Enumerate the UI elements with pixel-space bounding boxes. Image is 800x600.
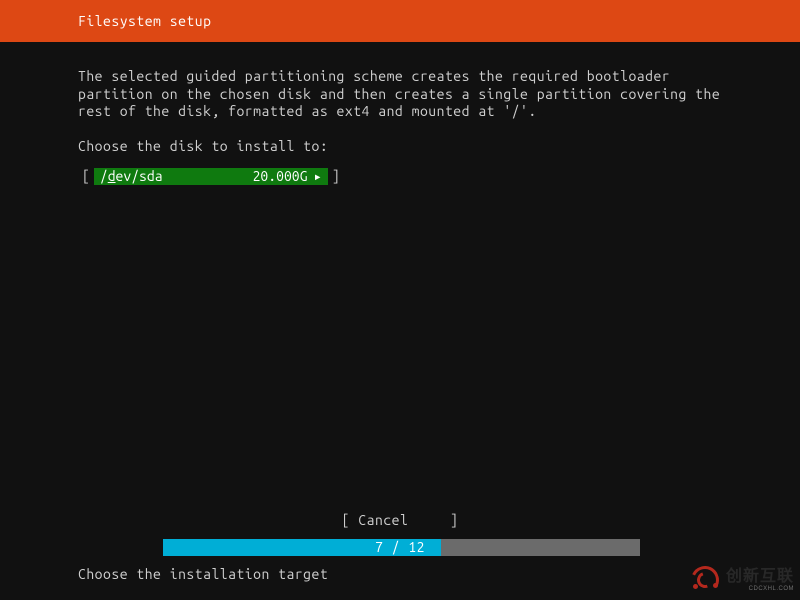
choose-disk-prompt: Choose the disk to install to: (78, 138, 722, 154)
cancel-label: Cancel (358, 512, 408, 528)
watermark-sub: CDCXHL.COM (726, 586, 794, 592)
bracket-close: ] (450, 512, 458, 528)
progress-track: 7 / 12 (0, 539, 800, 556)
watermark-main: 创新互联 (726, 569, 794, 585)
bracket-open: [ (78, 168, 94, 184)
progress-text: 7 / 12 (0, 539, 800, 556)
footer-prompt: Choose the installation target (0, 556, 800, 600)
progress-bar: 7 / 12 (0, 539, 800, 556)
page-title: Filesystem setup (78, 13, 211, 29)
disk-device-path: /dev/sda (100, 168, 163, 184)
bracket-close: ] (328, 168, 344, 184)
header-bar: Filesystem setup (0, 0, 800, 42)
description-block: The selected guided partitioning scheme … (78, 68, 722, 121)
watermark-logo: 创新互联 CDCXHL.COM (691, 566, 794, 594)
bottom-area: [ Cancel ] 7 / 12 Choose the installatio… (0, 512, 800, 600)
chevron-right-icon: ▸ (313, 168, 321, 185)
disk-option-row[interactable]: [ /dev/sda 20.000G ▸ ] (78, 168, 722, 185)
description-text: The selected guided partitioning scheme … (78, 68, 722, 121)
main-content: The selected guided partitioning scheme … (0, 42, 800, 185)
watermark-icon (691, 566, 721, 594)
bracket-open: [ (342, 512, 350, 528)
disk-selected-item[interactable]: /dev/sda 20.000G ▸ (94, 168, 328, 185)
watermark-text: 创新互联 CDCXHL.COM (726, 569, 794, 592)
cancel-button[interactable]: [ Cancel ] (342, 512, 459, 528)
cancel-row: [ Cancel ] (0, 512, 800, 528)
disk-size: 20.000G (253, 168, 308, 184)
